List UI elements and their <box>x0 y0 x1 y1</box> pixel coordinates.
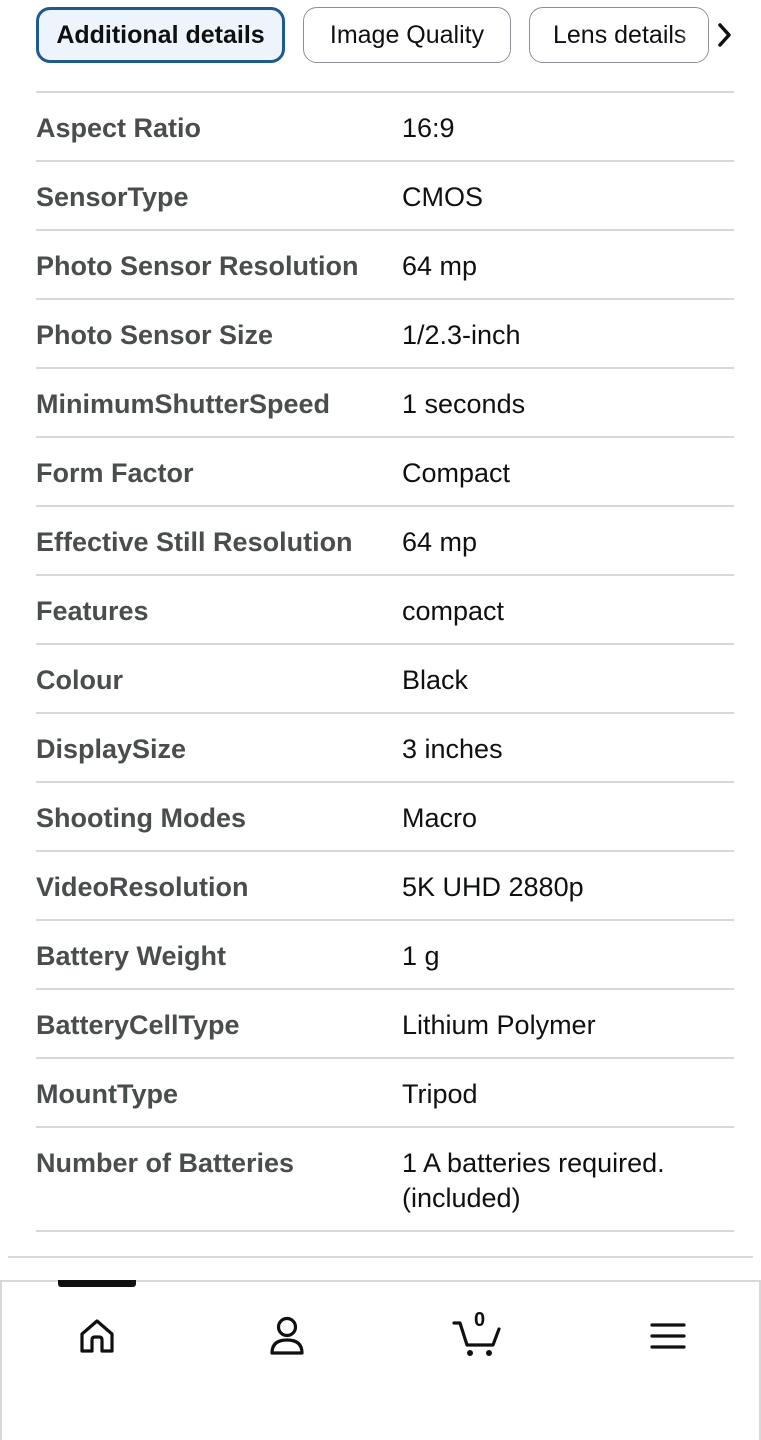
spec-label: Photo Sensor Size <box>36 320 274 350</box>
tab-image-quality[interactable]: Image Quality <box>303 7 511 63</box>
spec-row: SensorType CMOS <box>36 160 734 229</box>
spec-label: Form Factor <box>36 458 194 488</box>
spec-label: Effective Still Resolution <box>36 527 353 557</box>
tab-additional-details[interactable]: Additional details <box>36 7 285 63</box>
nav-home-button[interactable] <box>67 1308 127 1364</box>
spec-value: 64 mp <box>402 527 478 557</box>
account-icon <box>270 1316 304 1355</box>
spec-row: Photo Sensor Resolution 64 mp <box>36 229 734 298</box>
spec-row: Features compact <box>36 574 734 643</box>
spec-label: Number of Batteries <box>36 1148 295 1178</box>
spec-row: VideoResolution 5K UHD 2880p <box>36 850 734 919</box>
spec-value: Tripod <box>402 1079 478 1109</box>
nav-cart-button[interactable]: 0 <box>447 1308 507 1364</box>
spec-label: DisplaySize <box>36 734 187 764</box>
tab-label: Lens details <box>553 20 687 49</box>
spec-row: DisplaySize 3 inches <box>36 712 734 781</box>
spec-value: 1 seconds <box>402 389 526 419</box>
spec-value: Macro <box>402 803 478 833</box>
chevron-right-icon <box>718 23 731 47</box>
spec-row: Aspect Ratio 16:9 <box>36 91 734 160</box>
spec-value: 3 inches <box>402 734 503 764</box>
spec-row: Number of Batteries 1 A batteries require… <box>36 1126 734 1232</box>
spec-label: MinimumShutterSpeed <box>36 389 331 419</box>
spec-label: Colour <box>36 665 123 695</box>
spec-label: Battery Weight <box>36 941 227 971</box>
spec-row: BatteryCellType Lithium Polymer <box>36 988 734 1057</box>
spec-row: MinimumShutterSpeed 1 seconds <box>36 367 734 436</box>
spec-value: Black <box>402 665 469 695</box>
tab-label: Additional details <box>56 20 265 49</box>
spec-value: 64 mp <box>402 251 478 281</box>
bottom-navigation-bar: 0 <box>0 1280 761 1440</box>
spec-label: Shooting Modes <box>36 803 246 833</box>
spec-value: 1 A batteries required. (included) <box>402 1148 665 1213</box>
details-tab-bar: Additional details Image Quality Lens de… <box>0 0 761 70</box>
spec-value: 1/2.3-inch <box>402 320 521 350</box>
tab-lens-details[interactable]: Lens details <box>529 7 709 63</box>
spec-row: Shooting Modes Macro <box>36 781 734 850</box>
spec-value: CMOS <box>402 182 483 212</box>
cart-count-badge: 0 <box>474 1309 486 1331</box>
spec-value: compact <box>402 596 505 626</box>
spec-label: Aspect Ratio <box>36 113 202 143</box>
spec-value: Lithium Polymer <box>402 1010 596 1040</box>
spec-label: SensorType <box>36 182 189 212</box>
spec-row: Form Factor Compact <box>36 436 734 505</box>
tabs-scroll-right-button[interactable] <box>711 14 739 56</box>
menu-icon <box>650 1323 686 1349</box>
spec-value: 1 g <box>402 941 440 971</box>
spec-label: Features <box>36 596 149 626</box>
nav-menu-button[interactable] <box>638 1308 698 1364</box>
tab-label: Image Quality <box>329 20 485 49</box>
spec-row: Battery Weight 1 g <box>36 919 734 988</box>
spec-table: Aspect Ratio 16:9 SensorType CMOS Photo Sens… <box>36 91 734 1232</box>
product-details-page: Additional details Image Quality Lens de… <box>0 0 761 1440</box>
spec-value: 16:9 <box>402 113 455 143</box>
nav-account-button[interactable] <box>257 1308 317 1364</box>
home-icon <box>80 1319 114 1353</box>
spec-row: Colour Black <box>36 643 734 712</box>
spec-row: Effective Still Resolution 64 mp <box>36 505 734 574</box>
spec-value: Compact <box>402 458 511 488</box>
spec-label: BatteryCellType <box>36 1010 240 1040</box>
spec-label: Photo Sensor Resolution <box>36 251 359 281</box>
spec-row: MountType Tripod <box>36 1057 734 1126</box>
spec-row: Photo Sensor Size 1/2.3-inch <box>36 298 734 367</box>
spec-label: VideoResolution <box>36 872 249 902</box>
active-nav-indicator <box>58 1280 136 1287</box>
spec-value: 5K UHD 2880p <box>402 872 584 902</box>
spec-label: MountType <box>36 1079 178 1109</box>
section-divider <box>8 1256 753 1258</box>
